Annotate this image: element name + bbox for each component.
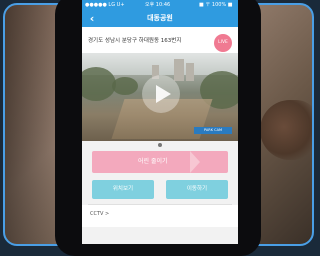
- finger: [260, 100, 312, 160]
- status-time: 오후 10:46: [145, 2, 171, 8]
- page-title: 대동공원: [147, 14, 173, 22]
- page-indicator: [158, 143, 162, 147]
- location-address: 경기도 성남시 분당구 하대원동 163번지: [88, 38, 182, 44]
- cctv-row[interactable]: CCTV >: [82, 205, 238, 227]
- camera-view[interactable]: PARK CAM: [82, 53, 238, 141]
- play-button[interactable]: [142, 75, 180, 113]
- navigate-button[interactable]: 이동하기: [166, 180, 228, 199]
- camera-building: [186, 63, 194, 81]
- status-carrier: ●●●●● LG U+: [85, 2, 125, 8]
- cctv-label: CCTV >: [90, 211, 110, 217]
- status-bar: ●●●●● LG U+ 오후 10:46 ■ 〒 100% ■: [82, 0, 238, 10]
- camera-building: [174, 59, 184, 81]
- play-icon: [156, 85, 171, 103]
- nav-bar: ‹ 대동공원: [82, 10, 238, 27]
- live-badge[interactable]: LIVE: [214, 34, 232, 52]
- phone-screen: ●●●●● LG U+ 오후 10:46 ■ 〒 100% ■ ‹ 대동공원 경…: [82, 0, 238, 244]
- camera-tree: [82, 67, 116, 101]
- status-battery: ■ 〒 100% ■: [199, 2, 233, 8]
- camera-stamp: PARK CAM: [194, 127, 232, 134]
- arrow-right-icon: [190, 151, 200, 173]
- primary-action-label: 어린 줄이기: [138, 158, 168, 165]
- chevron-left-icon[interactable]: ‹: [86, 12, 98, 25]
- location-view-button[interactable]: 위치보기: [92, 180, 154, 199]
- location-header: 경기도 성남시 분당구 하대원동 163번지 LIVE: [82, 27, 238, 53]
- camera-tree: [112, 77, 138, 95]
- primary-action-button[interactable]: 어린 줄이기: [92, 151, 228, 173]
